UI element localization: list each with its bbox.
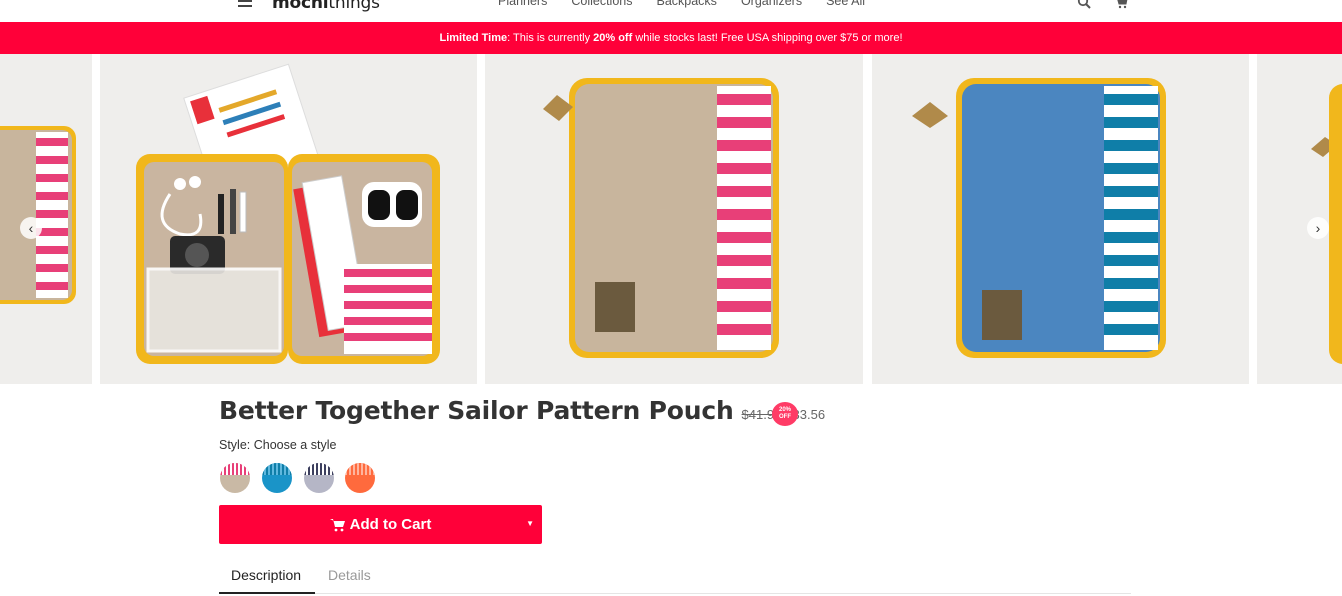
cart-icon bbox=[329, 518, 345, 531]
discount-badge: 20% OFF bbox=[772, 402, 798, 426]
main-nav: Planners Collections Backpacks Organizer… bbox=[498, 0, 889, 8]
product-photo-partial-next bbox=[1257, 54, 1342, 384]
discount-badge-percent: 20% bbox=[778, 407, 791, 413]
carousel-slide[interactable] bbox=[872, 54, 1249, 384]
nav-link-planners[interactable]: Planners bbox=[498, 0, 547, 8]
carousel-prev-button[interactable]: ‹ bbox=[20, 217, 42, 239]
add-to-cart-button[interactable]: Add to Cart ▼ bbox=[219, 505, 542, 544]
cart-icon[interactable] bbox=[1114, 0, 1128, 9]
nav-link-see-all[interactable]: See All bbox=[826, 0, 865, 8]
style-swatch-orange[interactable] bbox=[345, 463, 375, 493]
product-photo-open-pouch bbox=[100, 54, 477, 384]
carousel-slide[interactable] bbox=[1257, 54, 1342, 384]
chevron-left-icon: ‹ bbox=[28, 220, 34, 236]
menu-icon[interactable] bbox=[238, 0, 254, 10]
chevron-down-icon[interactable]: ▼ bbox=[526, 519, 534, 528]
style-swatch-beige-pink[interactable] bbox=[220, 463, 250, 493]
nav-link-backpacks[interactable]: Backpacks bbox=[656, 0, 716, 8]
promo-text: Limited Time: This is currently 20% off … bbox=[439, 32, 903, 44]
add-to-cart-label: Add to Cart bbox=[349, 516, 432, 533]
nav-link-organizers[interactable]: Organizers bbox=[741, 0, 802, 8]
tab-description[interactable]: Description bbox=[231, 567, 301, 583]
style-swatch-grey-navy[interactable] bbox=[304, 463, 334, 493]
active-tab-indicator bbox=[219, 592, 315, 594]
promo-banner: Limited Time: This is currently 20% off … bbox=[0, 22, 1342, 54]
discount-badge-off: OFF bbox=[779, 414, 791, 420]
carousel-slide[interactable] bbox=[0, 54, 92, 384]
carousel-next-button[interactable]: › bbox=[1307, 217, 1329, 239]
top-navbar: mochithings Planners Collections Backpac… bbox=[0, 0, 1342, 22]
product-title: Better Together Sailor Pattern Pouch bbox=[219, 396, 734, 425]
product-photo-beige-partial bbox=[0, 54, 92, 384]
carousel-slide[interactable] bbox=[100, 54, 477, 384]
product-header: Better Together Sailor Pattern Pouch $41… bbox=[219, 396, 825, 425]
tab-details[interactable]: Details bbox=[328, 567, 371, 583]
chevron-right-icon: › bbox=[1315, 220, 1321, 236]
style-swatch-blue[interactable] bbox=[262, 463, 292, 493]
product-tabs: Description Details bbox=[219, 560, 1131, 594]
nav-link-collections[interactable]: Collections bbox=[571, 0, 632, 8]
product-photo-blue-pouch bbox=[872, 54, 1249, 384]
product-image-carousel: ‹ › bbox=[0, 54, 1342, 384]
search-icon[interactable] bbox=[1077, 0, 1091, 9]
carousel-slide[interactable] bbox=[485, 54, 863, 384]
product-photo-beige-pouch bbox=[485, 54, 863, 384]
site-logo[interactable]: mochithings bbox=[272, 0, 380, 13]
style-label: Style: Choose a style bbox=[219, 438, 337, 452]
